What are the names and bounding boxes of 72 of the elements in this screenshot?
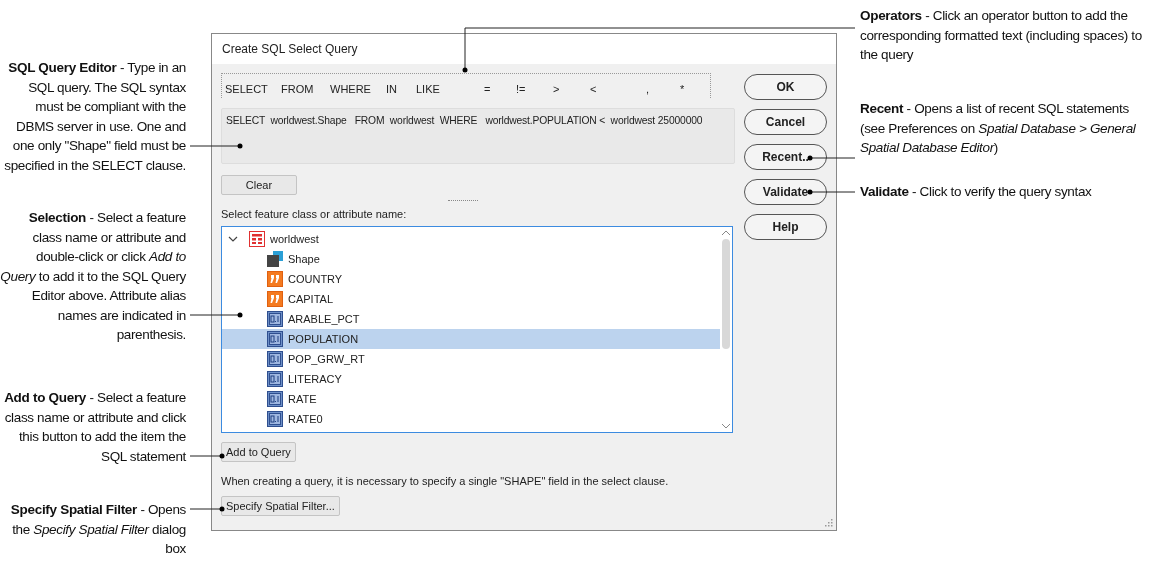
tree-item-label: worldwest bbox=[270, 233, 319, 245]
number-field-icon bbox=[267, 411, 283, 427]
leader-line bbox=[189, 312, 243, 318]
shape-icon bbox=[267, 251, 283, 267]
number-field-icon bbox=[267, 311, 283, 327]
tree-item-label: RATE bbox=[288, 393, 317, 405]
tree-item[interactable]: worldwest bbox=[222, 229, 720, 249]
number-field-icon bbox=[267, 331, 283, 347]
resize-grip-icon[interactable] bbox=[825, 519, 833, 527]
callout-text: Operators - Click an operator button to add the corresponding formatted text (including spaces) to the query bbox=[860, 7, 1143, 64]
callout-text: Validate - Click to verify the query syntax bbox=[860, 183, 1093, 201]
operator-button[interactable]: < bbox=[590, 83, 646, 95]
tree-item[interactable]: RATE bbox=[222, 389, 720, 409]
tree-item-label: RATE0 bbox=[288, 413, 323, 425]
operator-button[interactable]: > bbox=[553, 83, 590, 95]
chevron-icon[interactable] bbox=[228, 234, 238, 244]
leader-line bbox=[189, 143, 243, 149]
operator-button[interactable]: LIKE bbox=[416, 83, 484, 95]
dialog-button[interactable]: Help bbox=[744, 214, 827, 240]
text-field-icon bbox=[267, 271, 283, 287]
tree-item[interactable]: POP_GRW_RT bbox=[222, 349, 720, 369]
operator-button[interactable]: WHERE bbox=[330, 83, 386, 95]
operator-button[interactable]: != bbox=[516, 83, 553, 95]
tree-item[interactable]: POPULATION bbox=[222, 329, 720, 349]
tree-item[interactable]: COUNTRY bbox=[222, 269, 720, 289]
tree-item[interactable]: ARABLE_PCT bbox=[222, 309, 720, 329]
query-editor[interactable]: SELECT worldwest.Shape FROM worldwest WHERE worldwest.POPULATION < worldwest 25000000 bbox=[221, 108, 735, 164]
splitter-handle[interactable] bbox=[448, 200, 478, 203]
number-field-icon bbox=[267, 351, 283, 367]
operator-button[interactable]: IN bbox=[386, 83, 416, 95]
tree-item-label: Shape bbox=[288, 253, 320, 265]
operator-button[interactable]: = bbox=[484, 83, 516, 95]
scroll-up-icon[interactable] bbox=[721, 230, 731, 236]
operator-button[interactable]: * bbox=[680, 83, 710, 95]
number-field-icon bbox=[267, 371, 283, 387]
scroll-down-icon[interactable] bbox=[721, 423, 731, 429]
tree-item-label: CAPITAL bbox=[288, 293, 334, 305]
tree-item-label: ARABLE_PCT bbox=[288, 313, 360, 325]
tree-item[interactable]: LITERACY bbox=[222, 369, 720, 389]
tree-item-label: COUNTRY bbox=[288, 273, 343, 285]
dialog-button[interactable]: Recent.. bbox=[744, 144, 827, 170]
operator-button[interactable]: SELECT bbox=[225, 83, 281, 95]
tree-item-label: POPULATION bbox=[288, 333, 359, 345]
callout-text: Recent - Opens a list of recent SQL statements (see Preferences on Spatial Database > General Spatial Database Editor) bbox=[860, 100, 1137, 157]
callout-text: Selection - Select a feature class name or attribute and double-click or click Add to Query to add it to the SQL Query Editor above. Attribute alias names are indicated in parenthesis. bbox=[0, 209, 186, 344]
table-icon bbox=[249, 231, 265, 247]
number-field-icon bbox=[267, 391, 283, 407]
leader-line bbox=[807, 155, 856, 161]
operator-button[interactable]: FROM bbox=[281, 83, 330, 95]
add-to-query-button[interactable]: Add to Query bbox=[221, 442, 296, 462]
clear-button[interactable]: Clear bbox=[221, 175, 297, 195]
dialog-button[interactable]: OK bbox=[744, 74, 827, 100]
leader-line bbox=[189, 506, 225, 512]
operator-button[interactable]: , bbox=[646, 83, 680, 95]
window-title: Create SQL Select Query bbox=[212, 34, 836, 64]
callout-text: Specify Spatial Filter - Opens the Specify Spatial Filter dialog box bbox=[9, 501, 186, 558]
tree-item[interactable]: Shape bbox=[222, 249, 720, 269]
tree-list[interactable]: worldwest Shape COUNTRY CAPITAL ARABLE_PCT POPULATION POP_GRW_RT LITERACY RATE RATE0 bbox=[221, 226, 733, 433]
text-field-icon bbox=[267, 291, 283, 307]
dialog-button[interactable]: Validate bbox=[744, 179, 827, 205]
dialog-button[interactable]: Cancel bbox=[744, 109, 827, 135]
leader-line bbox=[807, 189, 856, 195]
tree-item-label: LITERACY bbox=[288, 373, 342, 385]
leader-line bbox=[189, 453, 225, 459]
callout-text: Add to Query - Select a feature class name or attribute and click this button to add the item the SQL statement bbox=[3, 389, 186, 466]
tree-item-label: POP_GRW_RT bbox=[288, 353, 365, 365]
hint-text: When creating a query, it is necessary to specify a single "SHAPE" field in the select clause. bbox=[221, 475, 669, 487]
tree-item[interactable]: CAPITAL bbox=[222, 289, 720, 309]
callout-text: SQL Query Editor - Type in an SQL query. The SQL syntax must be compliant with the DBMS server in use. One and one only "Shape" field must be specified in the SELECT clause. bbox=[3, 59, 186, 175]
spatial-filter-button[interactable]: Specify Spatial Filter... bbox=[221, 496, 340, 516]
tree-label: Select feature class or attribute name: bbox=[221, 208, 407, 220]
tree-item[interactable]: RATE0 bbox=[222, 409, 720, 429]
